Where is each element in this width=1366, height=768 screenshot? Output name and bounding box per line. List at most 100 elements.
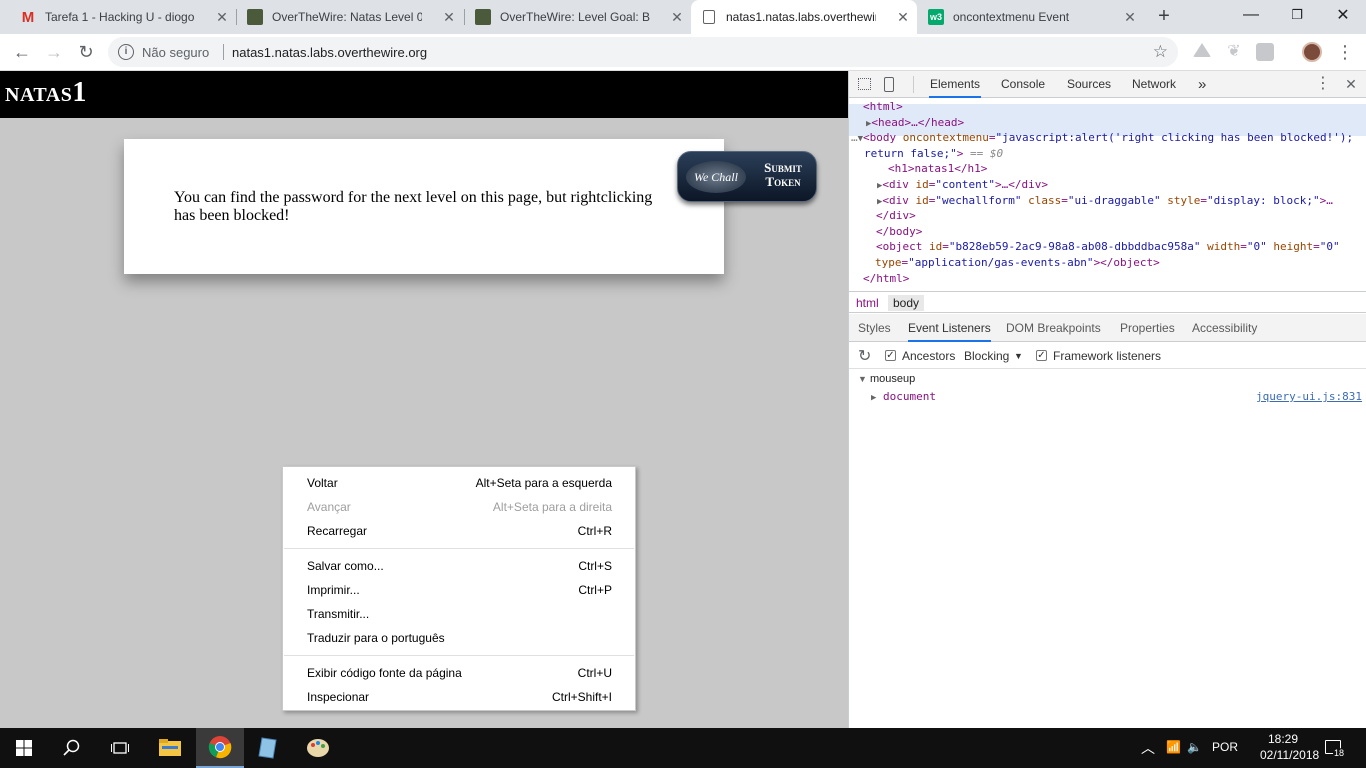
dom-h1[interactable]: <h1>natas1</h1> <box>888 162 987 175</box>
breadcrumb-body[interactable]: body <box>888 295 925 311</box>
tab-oncontextmenu[interactable]: w3 oncontextmenu Event ✕ <box>918 0 1144 34</box>
minimize-button[interactable]: — <box>1228 0 1274 30</box>
tab-natas-level-0[interactable]: OverTheWire: Natas Level 0 → ✕ <box>237 0 463 34</box>
content-message: You can find the password for the next l… <box>174 189 653 224</box>
paint-icon[interactable] <box>294 728 342 768</box>
clock-date: 02/11/2018 <box>1260 748 1320 762</box>
blocking-dropdown[interactable]: Blocking <box>964 349 1009 363</box>
refresh-icon[interactable]: ↻ <box>858 346 871 366</box>
dom-object[interactable]: <object <box>876 240 922 253</box>
listeners-toolbar: ↻ ✓ Ancestors Blocking ▼ ✓ Framework lis… <box>849 343 1366 369</box>
tab-event-listeners[interactable]: Event Listeners <box>908 314 991 342</box>
breadcrumb-html[interactable]: html <box>851 295 884 311</box>
restore-button[interactable]: ❐ <box>1274 0 1320 30</box>
browser-toolbar: ← → ↻ i Não seguro natas1.natas.labs.ove… <box>0 34 1366 71</box>
menu-dots-icon[interactable]: ⋮ <box>1315 76 1331 92</box>
tab-network[interactable]: Network <box>1131 71 1177 98</box>
close-icon[interactable]: ✕ <box>214 9 230 25</box>
address-bar[interactable]: i Não seguro natas1.natas.labs.overthewi… <box>108 37 1178 67</box>
chevron-up-icon[interactable]: ︿ <box>1141 738 1155 758</box>
ancestors-checkbox[interactable]: ✓ <box>885 350 896 361</box>
submit-token-label: Submit Token <box>764 160 802 189</box>
clock-time: 18:29 <box>1267 732 1299 746</box>
dom-div-content[interactable]: <div <box>882 178 909 191</box>
menu-item-save-as[interactable]: Salvar como... Ctrl+S <box>283 554 635 578</box>
tab-gmail[interactable]: M Tarefa 1 - Hacking U - diogoag ✕ <box>10 0 236 34</box>
menu-item-print[interactable]: Imprimir... Ctrl+P <box>283 578 635 602</box>
w3schools-icon: w3 <box>928 9 944 25</box>
event-mouseup[interactable]: ▼ mouseup <box>858 373 915 385</box>
clock[interactable]: 18:29 02/11/2018 <box>1260 731 1320 763</box>
volume-icon[interactable]: 🔈 <box>1187 740 1202 754</box>
new-tab-button[interactable]: + <box>1154 6 1174 27</box>
close-icon[interactable]: ✕ <box>441 9 457 25</box>
wifi-icon[interactable]: 📶 <box>1166 740 1181 754</box>
chevron-down-icon[interactable]: ▼ <box>1014 351 1023 361</box>
tab-styles[interactable]: Styles <box>858 314 891 342</box>
menu-item-back[interactable]: Voltar Alt+Seta para a esquerda <box>283 471 635 495</box>
inspect-element-icon[interactable] <box>858 78 871 90</box>
dom-div-wechallform[interactable]: <div <box>882 194 909 207</box>
extension-drive-icon[interactable] <box>1193 43 1211 57</box>
dom-head[interactable]: <head>…</head> <box>871 116 964 129</box>
menu-item-translate[interactable]: Traduzir para o português <box>283 626 635 650</box>
task-view-icon[interactable] <box>96 728 144 768</box>
windows-start-icon[interactable] <box>0 728 48 768</box>
menu-item-view-source[interactable]: Exibir código fonte da página Ctrl+U <box>283 661 635 685</box>
overthewire-icon <box>247 9 263 25</box>
dom-html-open[interactable]: <html> <box>863 100 903 113</box>
tab-elements[interactable]: Elements <box>929 71 982 98</box>
devtools-tabbar: Elements Console Sources Network » ⋮ ✕ <box>849 71 1366 98</box>
chrome-icon[interactable] <box>196 728 244 768</box>
menu-item-cast[interactable]: Transmitir... <box>283 602 635 626</box>
close-icon[interactable]: ✕ <box>1343 76 1359 92</box>
tab-properties[interactable]: Properties <box>1120 314 1175 342</box>
omnibox-divider <box>223 44 224 60</box>
tab-dom-breakpoints[interactable]: DOM Breakpoints <box>1006 314 1101 342</box>
reload-icon[interactable]: ↻ <box>74 40 98 64</box>
file-explorer-icon[interactable] <box>146 728 194 768</box>
extension-image-icon[interactable] <box>1256 43 1274 61</box>
event-target-document[interactable]: ▶ document <box>871 390 936 403</box>
menu-item-forward: Avançar Alt+Seta para a direita <box>307 500 612 514</box>
tab-accessibility[interactable]: Accessibility <box>1192 314 1257 342</box>
avatar[interactable] <box>1302 42 1322 62</box>
menu-separator <box>283 543 635 554</box>
dom-body[interactable]: <body <box>863 131 896 144</box>
security-label[interactable]: Não seguro <box>142 45 209 60</box>
extension-leaf-icon[interactable]: ❦ <box>1225 43 1243 61</box>
back-arrow-icon[interactable]: ← <box>10 40 34 64</box>
close-icon[interactable]: ✕ <box>895 9 911 25</box>
close-icon[interactable]: ✕ <box>669 9 685 25</box>
close-window-button[interactable]: ✕ <box>1320 0 1366 30</box>
tab-title: OverTheWire: Natas Level 0 → <box>272 10 422 24</box>
taskbar: ︿ 📶 🔈 POR 18:29 02/11/2018 18 <box>0 728 1366 768</box>
notepad-icon[interactable] <box>244 728 292 768</box>
devtools-panel: Elements Console Sources Network » ⋮ ✕ <… <box>848 71 1366 728</box>
tab-title: natas1.natas.labs.overthewire.o <box>726 10 876 24</box>
close-icon[interactable]: ✕ <box>1122 9 1138 25</box>
url-text[interactable]: natas1.natas.labs.overthewire.org <box>232 45 427 60</box>
tab-sources[interactable]: Sources <box>1066 71 1112 98</box>
menu-item-reload[interactable]: Recarregar Ctrl+R <box>283 519 635 543</box>
content-box: You can find the password for the next l… <box>124 139 724 274</box>
tab-natas1[interactable]: natas1.natas.labs.overthewire.o ✕ <box>691 0 917 34</box>
search-icon[interactable] <box>48 728 96 768</box>
device-toolbar-icon[interactable] <box>884 77 894 92</box>
bookmark-star-icon[interactable]: ☆ <box>1153 42 1168 62</box>
ancestors-label: Ancestors <box>902 349 956 363</box>
more-tabs-icon[interactable]: » <box>1197 71 1207 98</box>
forward-arrow-icon[interactable]: → <box>42 40 66 64</box>
menu-item-inspect[interactable]: Inspecionar Ctrl+Shift+I <box>283 685 635 709</box>
info-icon[interactable]: i <box>118 44 134 60</box>
tab-title: oncontextmenu Event <box>953 10 1070 24</box>
language-indicator[interactable]: POR <box>1212 740 1238 754</box>
menu-dots-icon[interactable]: ⋮ <box>1336 42 1354 62</box>
source-link[interactable]: jquery-ui.js:831 <box>1256 390 1362 403</box>
tab-level-goal[interactable]: OverTheWire: Level Goal: Band ✕ <box>465 0 691 34</box>
page-header: natas1 <box>0 71 848 118</box>
framework-listeners-checkbox[interactable]: ✓ <box>1036 350 1047 361</box>
wechall-submit-button[interactable]: We Chall Submit Token <box>677 151 817 202</box>
overthewire-icon <box>475 9 491 25</box>
tab-console[interactable]: Console <box>1000 71 1046 98</box>
